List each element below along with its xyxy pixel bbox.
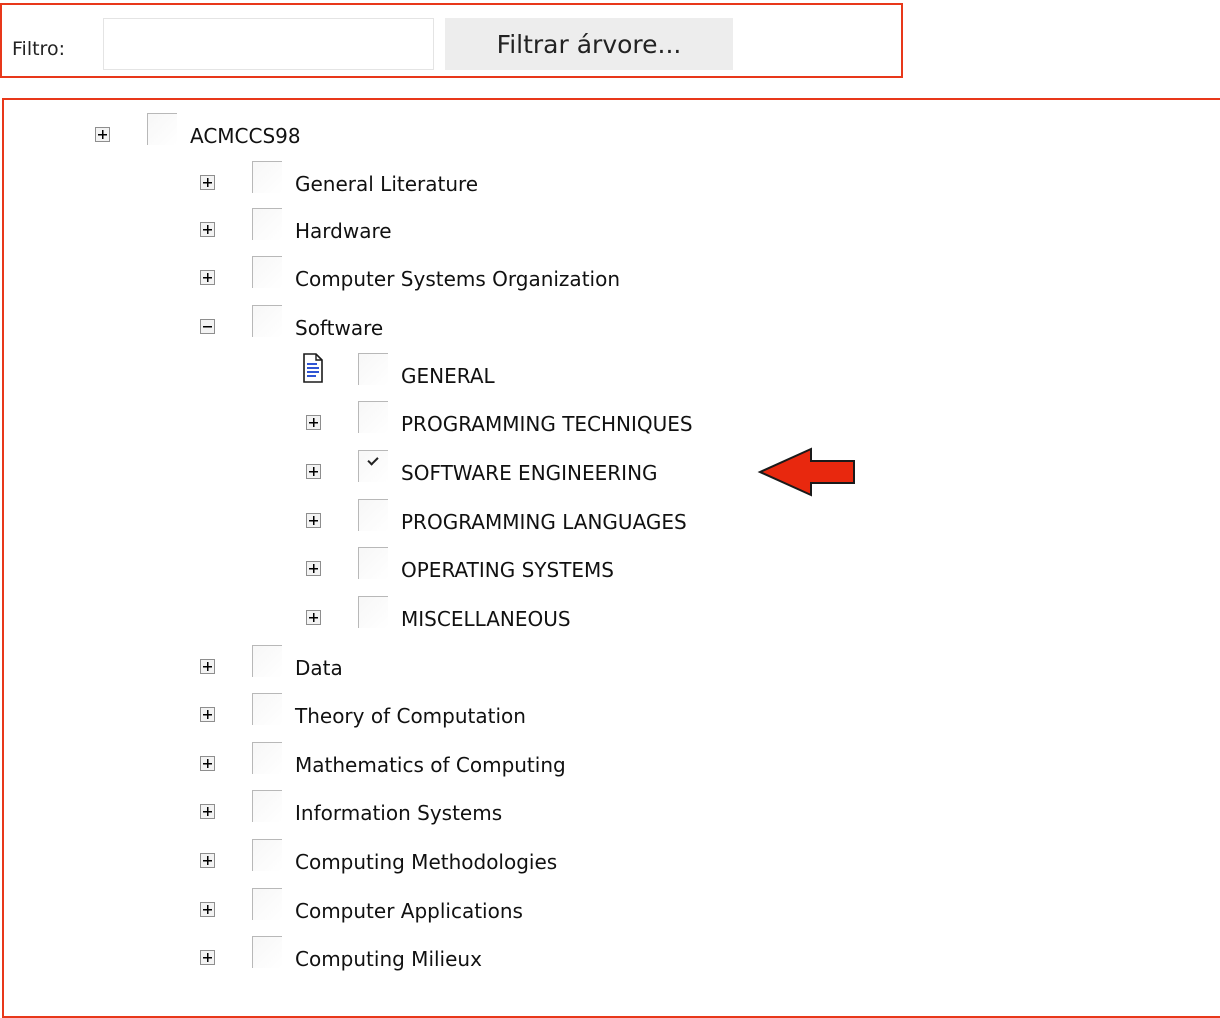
expand-icon[interactable] xyxy=(200,950,215,965)
node-label: OPERATING SYSTEMS xyxy=(401,558,614,582)
node-checkbox[interactable] xyxy=(358,596,388,628)
node-checkbox-checked[interactable] xyxy=(358,450,388,482)
node-label: Software xyxy=(295,316,384,340)
node-label: PROGRAMMING TECHNIQUES xyxy=(401,412,693,436)
node-label: Computer Systems Organization xyxy=(295,267,620,291)
node-checkbox[interactable] xyxy=(252,936,282,968)
node-label: Theory of Computation xyxy=(295,704,526,728)
node-checkbox[interactable] xyxy=(252,790,282,822)
node-label: MISCELLANEOUS xyxy=(401,607,571,631)
expand-icon[interactable] xyxy=(306,464,321,479)
node-checkbox[interactable] xyxy=(252,645,282,677)
node-checkbox[interactable] xyxy=(147,113,177,145)
filter-bar: Filtro: Filtrar árvore... xyxy=(0,3,903,78)
filter-input[interactable] xyxy=(103,18,434,70)
node-label: Computing Milieux xyxy=(295,947,482,971)
expand-icon[interactable] xyxy=(306,561,321,576)
expand-icon[interactable] xyxy=(306,415,321,430)
node-label: Mathematics of Computing xyxy=(295,753,566,777)
node-checkbox[interactable] xyxy=(358,547,388,579)
filter-label: Filtro: xyxy=(12,38,65,60)
expand-icon[interactable] xyxy=(200,902,215,917)
node-label: PROGRAMMING LANGUAGES xyxy=(401,510,687,534)
expand-icon[interactable] xyxy=(306,610,321,625)
node-checkbox[interactable] xyxy=(252,161,282,193)
node-label: Data xyxy=(295,656,343,680)
node-checkbox[interactable] xyxy=(358,353,388,385)
node-label: ACMCCS98 xyxy=(190,124,301,148)
expand-icon[interactable] xyxy=(200,175,215,190)
node-label: General Literature xyxy=(295,172,479,196)
expand-icon[interactable] xyxy=(200,804,215,819)
node-checkbox[interactable] xyxy=(252,888,282,920)
node-label: Computer Applications xyxy=(295,899,523,923)
expand-icon[interactable] xyxy=(306,513,321,528)
node-checkbox[interactable] xyxy=(252,742,282,774)
annotation-arrow-icon xyxy=(757,447,855,497)
node-checkbox[interactable] xyxy=(358,401,388,433)
expand-icon[interactable] xyxy=(200,659,215,674)
collapse-icon[interactable] xyxy=(200,319,215,334)
expand-icon[interactable] xyxy=(200,853,215,868)
category-tree-panel: ACMCCS98 General Literature Hardware Com… xyxy=(2,98,1220,1018)
node-label: SOFTWARE ENGINEERING xyxy=(401,461,658,485)
expand-icon[interactable] xyxy=(200,270,215,285)
document-icon xyxy=(303,353,323,383)
node-checkbox[interactable] xyxy=(358,499,388,531)
node-label: GENERAL xyxy=(401,364,495,388)
expand-icon[interactable] xyxy=(200,756,215,771)
node-checkbox[interactable] xyxy=(252,256,282,288)
filter-tree-button[interactable]: Filtrar árvore... xyxy=(445,18,733,70)
node-checkbox[interactable] xyxy=(252,693,282,725)
expand-icon[interactable] xyxy=(200,707,215,722)
expand-icon[interactable] xyxy=(200,222,215,237)
node-label: Computing Methodologies xyxy=(295,850,558,874)
node-label: Hardware xyxy=(295,219,392,243)
node-label: Information Systems xyxy=(295,801,503,825)
node-checkbox[interactable] xyxy=(252,839,282,871)
node-checkbox[interactable] xyxy=(252,208,282,240)
node-checkbox[interactable] xyxy=(252,305,282,337)
expand-icon[interactable] xyxy=(95,127,110,142)
